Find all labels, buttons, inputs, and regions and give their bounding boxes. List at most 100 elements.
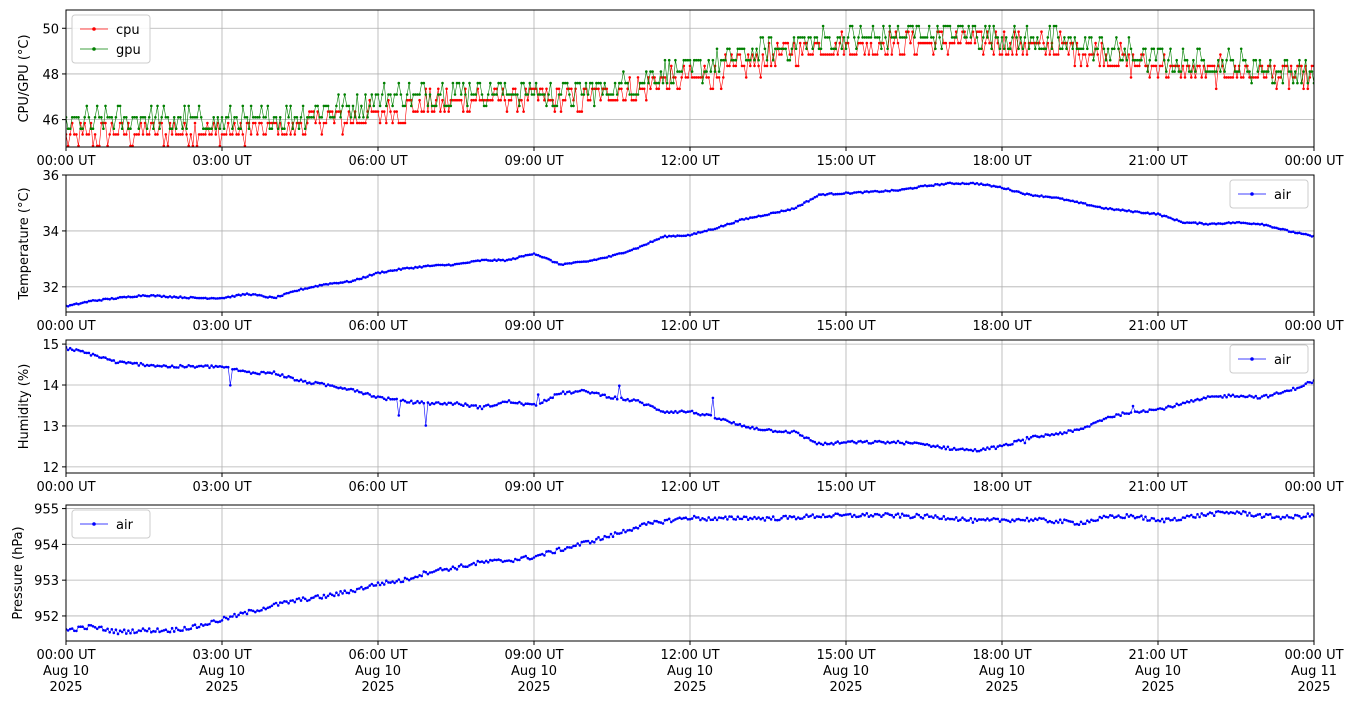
- data-point: [285, 600, 288, 603]
- data-point: [878, 36, 881, 39]
- data-point: [208, 366, 211, 370]
- panel-temperature: 32 34 36 00:00 UT 03:00 UT 06:00 UT 09:00 UT 12…: [17, 169, 1344, 334]
- y-tick-label: 34: [42, 225, 59, 240]
- data-point: [333, 116, 336, 119]
- data-point: [549, 550, 552, 553]
- data-point: [1048, 24, 1052, 28]
- data-point: [944, 41, 948, 45]
- data-point: [986, 36, 989, 39]
- data-point: [1273, 81, 1276, 85]
- data-point: [1031, 519, 1035, 522]
- data-point: [603, 81, 606, 85]
- data-point: [751, 425, 754, 429]
- data-point: [516, 93, 519, 96]
- data-point: [95, 354, 99, 358]
- data-point: [505, 110, 509, 113]
- data-point: [734, 64, 738, 68]
- data-point: [1239, 512, 1243, 516]
- data-point: [1167, 58, 1170, 62]
- data-point: [1061, 47, 1064, 51]
- data-point: [1061, 432, 1064, 436]
- data-point: [1217, 58, 1220, 62]
- data-point: [755, 47, 758, 51]
- data-point: [674, 58, 677, 62]
- data-point: [468, 110, 471, 113]
- data-point: [751, 47, 754, 51]
- data-point: [145, 127, 149, 130]
- data-point: [156, 133, 159, 136]
- data-point: [420, 400, 424, 403]
- x-tick-label: 06:00 UT: [348, 480, 407, 495]
- data-point: [896, 512, 900, 515]
- data-point: [316, 104, 320, 108]
- data-point: [385, 104, 388, 108]
- data-point: [486, 93, 490, 96]
- y-axis-label: Humidity (%): [17, 364, 32, 450]
- data-point: [401, 580, 405, 584]
- data-point: [620, 396, 623, 400]
- data-point: [593, 541, 596, 544]
- data-point: [403, 104, 407, 108]
- data-point: [1048, 53, 1052, 56]
- data-point: [663, 58, 667, 62]
- data-point: [480, 93, 484, 96]
- data-point: [821, 513, 825, 516]
- data-point: [707, 76, 710, 79]
- x-tick-label: 00:00 UT: [36, 319, 95, 334]
- data-point: [973, 41, 977, 45]
- data-point: [992, 445, 995, 448]
- data-point: [882, 513, 885, 517]
- data-point: [1125, 64, 1129, 68]
- data-point: [940, 47, 943, 51]
- data-point: [341, 592, 344, 595]
- data-point: [761, 53, 765, 56]
- data-point: [254, 610, 257, 614]
- data-point: [478, 405, 482, 408]
- data-point: [474, 98, 478, 102]
- data-point: [459, 98, 463, 102]
- data-point: [973, 517, 977, 521]
- data-point: [634, 98, 638, 102]
- data-point: [1154, 58, 1158, 62]
- data-point: [1156, 76, 1160, 79]
- data-point: [934, 47, 937, 51]
- data-point: [661, 81, 665, 85]
- data-point: [1013, 24, 1016, 28]
- data-point: [717, 76, 721, 79]
- data-point: [318, 121, 322, 125]
- data-point: [561, 390, 565, 393]
- data-point: [428, 87, 432, 91]
- data-point: [1214, 87, 1218, 91]
- data-point: [713, 70, 717, 73]
- data-point: [445, 403, 448, 406]
- data-point: [819, 515, 823, 519]
- data-point: [611, 397, 615, 400]
- data-point: [501, 93, 505, 96]
- data-point: [732, 420, 735, 424]
- data-point: [522, 81, 525, 85]
- data-point: [1025, 24, 1029, 28]
- data-point: [104, 356, 107, 360]
- data-point: [1042, 517, 1045, 520]
- data-point: [422, 110, 426, 113]
- data-point: [258, 372, 261, 376]
- data-point: [940, 447, 943, 450]
- data-point: [287, 602, 290, 605]
- data-point: [611, 93, 615, 96]
- y-tick-label: 955: [34, 503, 59, 518]
- data-point: [1294, 388, 1297, 392]
- data-point: [1310, 70, 1314, 73]
- x-tick-label: 18:00 UT Aug 10 2025: [972, 648, 1031, 695]
- data-point: [199, 116, 203, 119]
- y-tick-label: 13: [42, 420, 59, 435]
- data-point: [749, 58, 752, 62]
- data-point: [1069, 36, 1072, 39]
- y-tick-label: 50: [42, 22, 59, 37]
- data-point: [622, 70, 625, 73]
- data-point: [247, 127, 251, 130]
- data-point: [462, 404, 465, 408]
- data-point: [343, 589, 347, 592]
- data-point: [177, 366, 180, 369]
- data-point: [803, 515, 806, 519]
- data-point: [1162, 58, 1166, 62]
